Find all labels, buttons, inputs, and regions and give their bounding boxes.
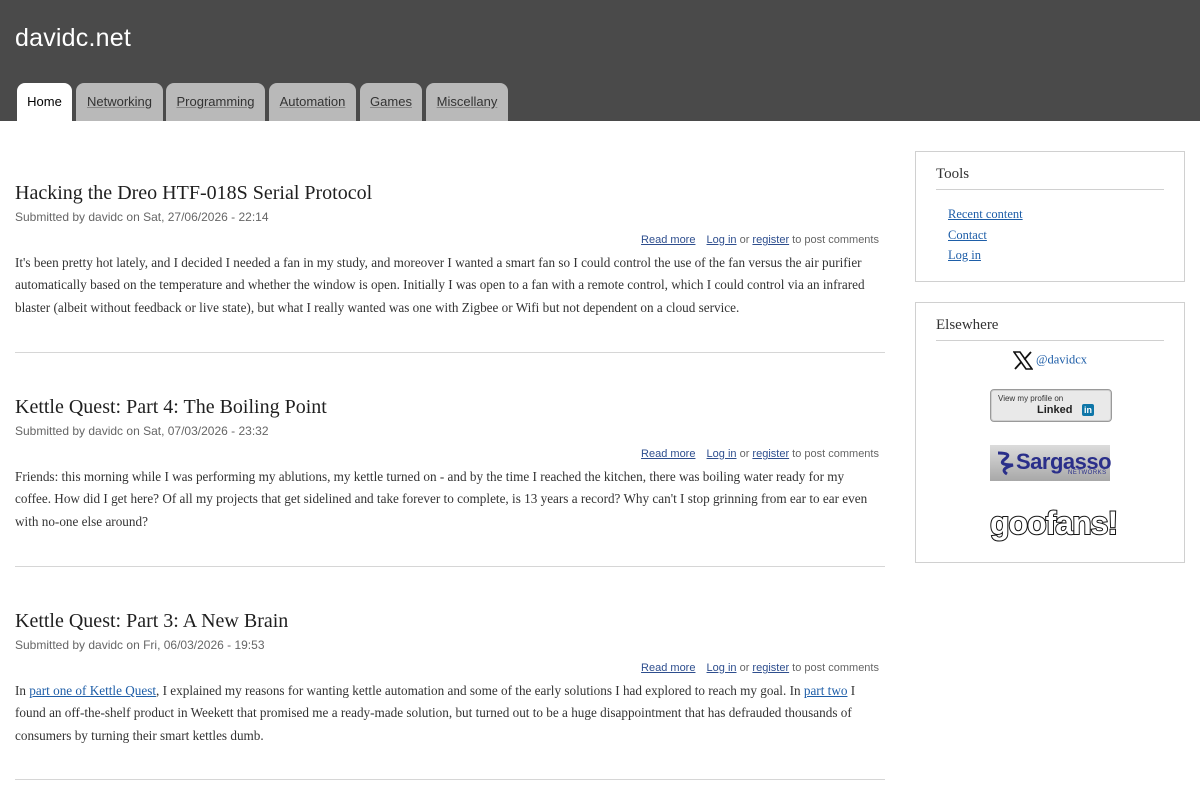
tab-label: Programming [176,94,255,109]
post-divider [15,352,885,353]
register-link[interactable]: register [752,448,789,460]
post-title-link[interactable]: Hacking the Dreo HTF-018S Serial Protoco… [15,182,372,205]
teaser-text: In [15,683,30,698]
register-link[interactable]: register [752,662,789,674]
linkedin-badge-line2: Linked [1037,404,1073,416]
part-one-link[interactable]: part one of Kettle Quest [29,683,156,698]
log-in-link[interactable]: Log in [707,662,737,674]
x-handle: @davidcx [1035,352,1088,367]
sargasso-networks-logo[interactable]: Sargasso NETWORKS [990,445,1112,481]
post-divider [15,566,885,567]
goofans-logo[interactable]: goofans! [989,503,1119,543]
read-more-link[interactable]: Read more [641,662,695,674]
teaser-text: , I explained my reasons for wanting ket… [156,683,804,698]
sargasso-swirl-icon [997,451,1014,476]
post-submitted: Submitted by davidc on Sat, 07/03/2026 -… [15,424,269,438]
recent-content-link[interactable]: Recent content [948,204,1023,225]
elsewhere-block-title: Elsewhere [936,317,1164,341]
log-in-link[interactable]: Log in [948,245,1023,266]
tools-menu: Recent content Contact Log in [948,204,1023,266]
post-divider [15,779,885,780]
part-two-link[interactable]: part two [804,683,848,698]
to-post-comments-text: to post comments [792,662,879,674]
linkedin-profile-badge[interactable]: View my profile on Linked in [990,389,1112,422]
contact-link[interactable]: Contact [948,225,1023,246]
tab-label: Miscellany [436,94,498,109]
tab-automation[interactable]: Automation [269,83,356,121]
site-header: davidc.net Home Networking Programming A… [0,0,1200,121]
to-post-comments-text: to post comments [792,448,879,460]
post-title-link[interactable]: Kettle Quest: Part 4: The Boiling Point [15,396,327,419]
or-text: or [739,234,750,246]
tab-label: Automation [279,94,346,109]
post-title-link[interactable]: Kettle Quest: Part 3: A New Brain [15,610,288,633]
tab-programming[interactable]: Programming [166,83,265,121]
x-profile-link[interactable]: @davidcx [916,351,1184,370]
tools-block-title: Tools [936,166,1164,190]
elsewhere-block: Elsewhere @davidcx View my profile on Li… [915,302,1185,563]
tab-label: Networking [86,94,153,109]
tab-miscellany[interactable]: Miscellany [426,83,508,121]
tools-block: Tools Recent content Contact Log in [915,151,1185,282]
post-submitted: Submitted by davidc on Sat, 27/06/2026 -… [15,210,269,224]
tab-networking[interactable]: Networking [76,83,163,121]
x-logo-icon [1012,351,1034,370]
site-name-link[interactable]: davidc.net [15,24,131,53]
linkedin-badge-line1: View my profile on [998,394,1064,403]
linkedin-in-icon: in [1082,404,1094,416]
post-links: Read more Log in or register to post com… [641,234,879,246]
to-post-comments-text: to post comments [792,234,879,246]
or-text: or [739,662,750,674]
post-links: Read more Log in or register to post com… [641,662,879,674]
read-more-link[interactable]: Read more [641,448,695,460]
log-in-link[interactable]: Log in [707,448,737,460]
post-links: Read more Log in or register to post com… [641,448,879,460]
post-teaser: It's been pretty hot lately, and I decid… [15,255,865,315]
sargasso-subtitle: NETWORKS [1068,470,1107,476]
read-more-link[interactable]: Read more [641,234,695,246]
or-text: or [739,448,750,460]
tab-games[interactable]: Games [360,83,422,121]
post-submitted: Submitted by davidc on Fri, 06/03/2026 -… [15,638,265,652]
tab-label: Home [27,94,62,109]
tab-home[interactable]: Home [17,83,72,121]
post-teaser: In part one of Kettle Quest, I explained… [15,680,883,747]
log-in-link[interactable]: Log in [707,234,737,246]
register-link[interactable]: register [752,234,789,246]
post-teaser: Friends: this morning while I was perfor… [15,469,868,529]
tab-label: Games [370,94,412,109]
